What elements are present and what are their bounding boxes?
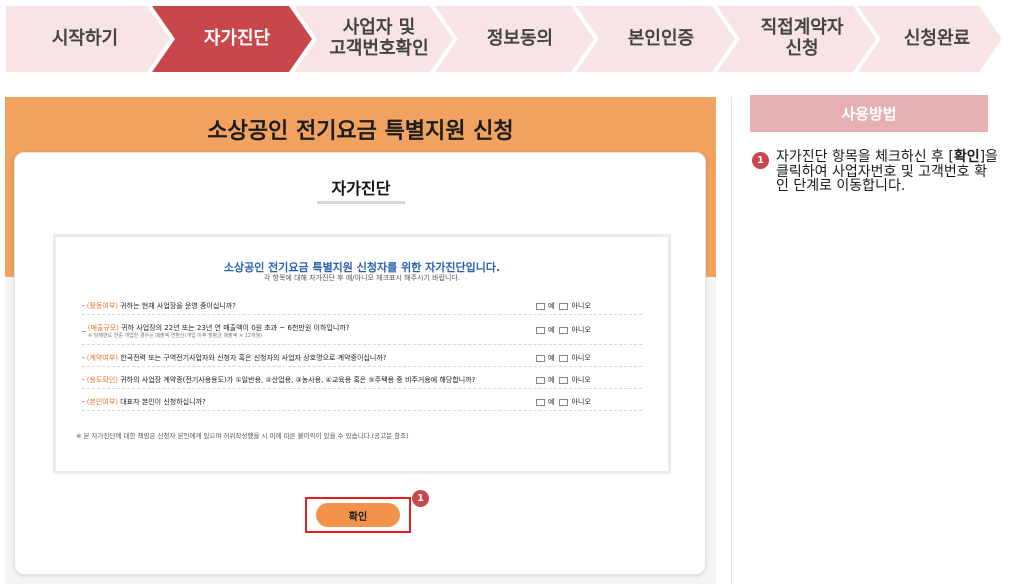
checkbox-box[interactable] xyxy=(559,376,569,384)
answer-options: 예 아니오 xyxy=(536,375,596,385)
answer-options: 예 아니오 xyxy=(536,301,596,311)
checkbox-box[interactable] xyxy=(536,326,545,334)
card-title: 자가진단 xyxy=(331,179,391,198)
title-underline xyxy=(317,201,405,204)
step-label-line2: 고객번호확인 xyxy=(329,38,429,59)
diagnosis-box: 소상공인 전기요금 특별지원 신청자를 위한 자가진단입니다. 각 항목에 대해… xyxy=(53,234,671,474)
yes-checkbox[interactable]: 예 xyxy=(536,375,554,385)
step-identity-verification: 본인인증 xyxy=(596,6,726,72)
confirm-button[interactable]: 확인 xyxy=(316,503,400,527)
main-panel: 소상공인 전기요금 특별지원 신청 자가진단 소상공인 전기요금 특별지원 신청… xyxy=(5,97,716,584)
yes-checkbox[interactable]: 예 xyxy=(536,353,554,363)
answer-options: 예 아니오 xyxy=(536,353,596,363)
yes-label: 예 xyxy=(548,354,555,362)
step-label: 신청완료 xyxy=(903,27,971,49)
no-checkbox[interactable]: 아니오 xyxy=(559,397,591,407)
question-text: - (본인여부) 대표자 본인이 신청하십니까? xyxy=(82,398,206,406)
disclaimer-text: ※ 본 자가진단에 대한 책임은 신청자 본인에게 있으며 허위작성했을 시 이… xyxy=(76,432,409,440)
step-label: 정보동의 xyxy=(486,27,554,49)
usage-step-badge: 1 xyxy=(752,152,769,169)
step-label: 본인인증 xyxy=(627,27,695,49)
checkbox-box[interactable] xyxy=(559,354,569,362)
panel-divider xyxy=(731,97,732,584)
checkbox-box[interactable] xyxy=(536,376,545,384)
yes-checkbox[interactable]: 예 xyxy=(536,397,554,407)
yes-label: 예 xyxy=(548,398,555,406)
question-tag: (매출규모) xyxy=(87,324,119,332)
question-row: - (용도확인) 귀하의 사업장 계약종(전기사용용도)가 ①일반용, ②산업용… xyxy=(82,367,642,389)
usage-text-before: 자가진단 항목을 체크하신 후 [ xyxy=(776,149,954,165)
step-number-badge: 1 xyxy=(412,490,429,507)
question-tag: (활동여부) xyxy=(86,302,118,310)
question-body: 대표자 본인이 신청하십니까? xyxy=(120,398,206,406)
question-text: - (용도확인) 귀하의 사업장 계약종(전기사용용도)가 ①일반용, ②산업용… xyxy=(82,376,476,384)
step-label-line1: 직접계약자 xyxy=(760,17,844,39)
step-label-line2: 신청 xyxy=(785,38,819,59)
checkbox-box[interactable] xyxy=(536,302,545,310)
step-progress-bar: 시작하기 자가진단 사업자 및 고객번호확인 정보동의 본인인증 직접계약자 신… xyxy=(6,6,1002,72)
question-text: - (활동여부) 귀하는 현재 사업장을 운영 중이십니까? xyxy=(82,302,236,310)
checkbox-box[interactable] xyxy=(559,326,569,334)
question-text: - (계약여부) 한국전력 또는 구역전기사업자와 신청자 혹은 신청자의 사업… xyxy=(82,354,387,362)
usage-header: 사용방법 xyxy=(750,95,988,132)
question-row: - (활동여부) 귀하는 현재 사업장을 운영 중이십니까? 예 아니오 xyxy=(82,293,642,315)
usage-text-bold: 확인 xyxy=(953,149,980,165)
question-body: 귀하의 사업장 계약종(전기사용용도)가 ①일반용, ②산업용, ③농사용, ④… xyxy=(120,376,476,384)
yes-checkbox[interactable]: 예 xyxy=(536,301,554,311)
no-label: 아니오 xyxy=(571,398,591,406)
step-start: 시작하기 xyxy=(6,6,164,72)
step-label: 시작하기 xyxy=(51,27,119,49)
no-label: 아니오 xyxy=(571,326,591,334)
question-row: - (본인여부) 대표자 본인이 신청하십니까? 예 아니오 xyxy=(82,389,642,411)
checkbox-box[interactable] xyxy=(559,302,569,310)
step-label: 자가진단 xyxy=(203,27,271,49)
step-business-number-check: 사업자 및 고객번호확인 xyxy=(314,6,444,72)
question-tag: (본인여부) xyxy=(86,398,118,406)
checkbox-box[interactable] xyxy=(536,398,545,406)
checkbox-box[interactable] xyxy=(536,354,545,362)
diagnosis-instruction: 각 항목에 대해 자가진단 후 예/아니오 체크표시 해주시기 바랍니다. xyxy=(263,274,461,282)
question-row: - (계약여부) 한국전력 또는 구역전기사업자와 신청자 혹은 신청자의 사업… xyxy=(82,345,642,367)
yes-label: 예 xyxy=(548,376,555,384)
step-direct-contractor: 직접계약자 신청 xyxy=(737,6,867,72)
answer-options: 예 아니오 xyxy=(536,325,596,335)
question-body: 한국전력 또는 구역전기사업자와 신청자 혹은 신청자의 사업자 상호명으로 계… xyxy=(120,354,387,362)
no-checkbox[interactable]: 아니오 xyxy=(559,301,591,311)
step-info-consent: 정보동의 xyxy=(455,6,585,72)
step-self-diagnosis: 자가진단 xyxy=(172,6,302,72)
question-body: 귀하는 현재 사업장을 운영 중이십니까? xyxy=(120,302,236,310)
question-tag: (용도확인) xyxy=(86,376,118,384)
answer-options: 예 아니오 xyxy=(536,397,596,407)
no-label: 아니오 xyxy=(571,354,591,362)
no-checkbox[interactable]: 아니오 xyxy=(559,353,591,363)
yes-label: 예 xyxy=(548,326,555,334)
question-note: ※ 당해연도 연중 개업한 경우는 매출액 연환산(개업 이후 월평균 매출액 … xyxy=(88,333,263,339)
no-label: 아니오 xyxy=(571,376,591,384)
no-checkbox[interactable]: 아니오 xyxy=(559,375,591,385)
question-body: 귀하 사업장의 22년 또는 23년 연 매출액이 0원 초과 ~ 6천만원 이… xyxy=(121,324,350,332)
step-label-line1: 사업자 및 xyxy=(342,17,416,39)
question-tag: (계약여부) xyxy=(86,354,118,362)
question-row: _ (매출규모) 귀하 사업장의 22년 또는 23년 연 매출액이 0원 초과… xyxy=(82,315,642,345)
no-checkbox[interactable]: 아니오 xyxy=(559,325,591,335)
no-label: 아니오 xyxy=(571,302,591,310)
usage-instruction: 자가진단 항목을 체크하신 후 [확인]을 클릭하여 사업자번호 및 고객번호 … xyxy=(776,150,998,194)
yes-label: 예 xyxy=(548,302,555,310)
checkbox-box[interactable] xyxy=(559,398,569,406)
page-title: 소상공인 전기요금 특별지원 신청 xyxy=(207,119,514,144)
yes-checkbox[interactable]: 예 xyxy=(536,325,554,335)
step-complete: 신청완료 xyxy=(878,6,996,72)
